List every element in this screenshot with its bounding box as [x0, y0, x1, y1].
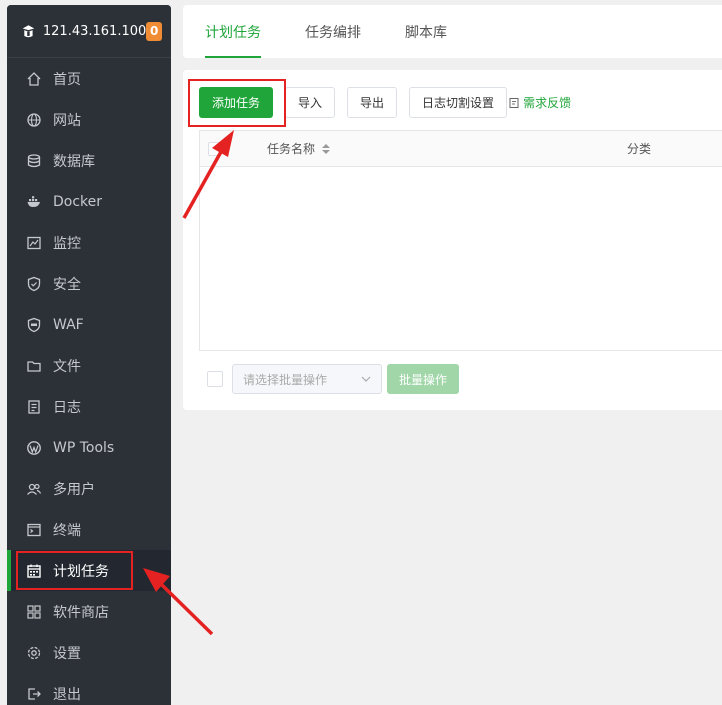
export-button[interactable]: 导出 — [347, 87, 398, 118]
sidebar-item-scheduled-tasks[interactable]: 计划任务 — [7, 550, 171, 591]
edit-note-icon — [509, 97, 519, 108]
batch-select-checkbox[interactable] — [207, 371, 223, 387]
sidebar-menu: 首页 网站 数据库 Docker 监控 安全 WAF 文件 日志 WP Tool… — [7, 58, 171, 705]
main-panel: 添加任务 导入 导出 日志切割设置 需求反馈 任务名称 分类 请选择批量操作 批… — [183, 70, 722, 410]
sidebar-item-wp-tools[interactable]: WP Tools — [7, 427, 171, 468]
sidebar-item-logout[interactable]: 退出 — [7, 673, 171, 705]
waf-icon — [26, 317, 42, 333]
sidebar-item-app-store[interactable]: 软件商店 — [7, 591, 171, 632]
sidebar-item-label: 设置 — [53, 645, 81, 662]
notification-badge[interactable]: 0 — [146, 21, 162, 41]
sidebar-item-label: 安全 — [53, 276, 81, 293]
sort-icon[interactable] — [321, 143, 331, 155]
column-category: 分类 — [627, 142, 652, 156]
sidebar-item-monitor[interactable]: 监控 — [7, 222, 171, 263]
wordpress-icon — [26, 440, 42, 456]
sidebar-item-label: 计划任务 — [53, 563, 109, 580]
sidebar-item-label: 数据库 — [53, 153, 95, 170]
sidebar-item-label: 多用户 — [53, 481, 95, 498]
sidebar-item-label: 网站 — [53, 112, 81, 129]
sidebar-item-waf[interactable]: WAF — [7, 304, 171, 345]
feedback-link[interactable]: 需求反馈 — [509, 94, 571, 111]
select-all-checkbox[interactable] — [208, 141, 222, 156]
sidebar-item-label: WP Tools — [53, 439, 115, 456]
tab-task-orchestration[interactable]: 任务编排 — [283, 5, 383, 58]
sidebar-item-label: 终端 — [53, 522, 81, 539]
calendar-icon — [26, 563, 42, 579]
docker-icon — [26, 194, 42, 210]
sidebar-item-database[interactable]: 数据库 — [7, 140, 171, 181]
database-icon — [26, 153, 42, 169]
sidebar-item-home[interactable]: 首页 — [7, 58, 171, 99]
sidebar-item-security[interactable]: 安全 — [7, 263, 171, 304]
sidebar-item-label: 软件商店 — [53, 604, 109, 621]
task-table: 任务名称 分类 — [199, 130, 722, 351]
sidebar: 121.43.161.100 0 首页 网站 数据库 Docker 监控 安全 — [7, 5, 171, 705]
sidebar-item-multi-user[interactable]: 多用户 — [7, 468, 171, 509]
terminal-icon — [26, 522, 42, 538]
panel-logo-icon — [22, 25, 35, 38]
shield-icon — [26, 276, 42, 292]
table-header: 任务名称 分类 — [200, 131, 722, 167]
import-button[interactable]: 导入 — [285, 87, 336, 118]
sidebar-item-terminal[interactable]: 终端 — [7, 509, 171, 550]
column-task-name[interactable]: 任务名称 — [267, 140, 331, 157]
apps-icon — [26, 604, 42, 620]
sidebar-item-label: 监控 — [53, 235, 81, 252]
sidebar-item-label: 退出 — [53, 686, 81, 703]
server-ip[interactable]: 121.43.161.100 — [43, 24, 146, 39]
batch-action-button[interactable]: 批量操作 — [387, 364, 460, 394]
page-tabs: 计划任务 任务编排 脚本库 — [183, 5, 722, 58]
globe-icon — [26, 112, 42, 128]
sidebar-item-label: 首页 — [53, 71, 81, 88]
log-cut-settings-button[interactable]: 日志切割设置 — [409, 87, 508, 118]
batch-select-placeholder: 请选择批量操作 — [243, 372, 328, 387]
batch-footer: 请选择批量操作 批量操作 — [207, 364, 460, 394]
log-icon — [26, 399, 42, 415]
feedback-label: 需求反馈 — [523, 96, 572, 110]
server-header: 121.43.161.100 0 — [7, 5, 171, 58]
sidebar-item-settings[interactable]: 设置 — [7, 632, 171, 673]
folder-icon — [26, 358, 42, 374]
sidebar-item-files[interactable]: 文件 — [7, 345, 171, 386]
add-task-button[interactable]: 添加任务 — [199, 87, 274, 118]
monitor-icon — [26, 235, 42, 251]
sidebar-item-label: 文件 — [53, 358, 81, 375]
gear-icon — [26, 645, 42, 661]
tab-scheduled-tasks[interactable]: 计划任务 — [183, 5, 283, 58]
sidebar-item-label: WAF — [53, 316, 84, 333]
sidebar-item-label: 日志 — [53, 399, 81, 416]
sidebar-item-docker[interactable]: Docker — [7, 181, 171, 222]
sidebar-item-website[interactable]: 网站 — [7, 99, 171, 140]
users-icon — [26, 481, 42, 497]
chevron-down-icon — [361, 376, 371, 382]
toolbar: 添加任务 导入 导出 日志切割设置 需求反馈 — [199, 87, 571, 118]
home-icon — [26, 71, 42, 87]
sidebar-item-logs[interactable]: 日志 — [7, 386, 171, 427]
column-task-name-label: 任务名称 — [267, 142, 316, 156]
batch-action-select[interactable]: 请选择批量操作 — [232, 364, 382, 394]
logout-icon — [26, 686, 42, 702]
tab-script-library[interactable]: 脚本库 — [383, 5, 469, 58]
sidebar-item-label: Docker — [53, 193, 103, 210]
